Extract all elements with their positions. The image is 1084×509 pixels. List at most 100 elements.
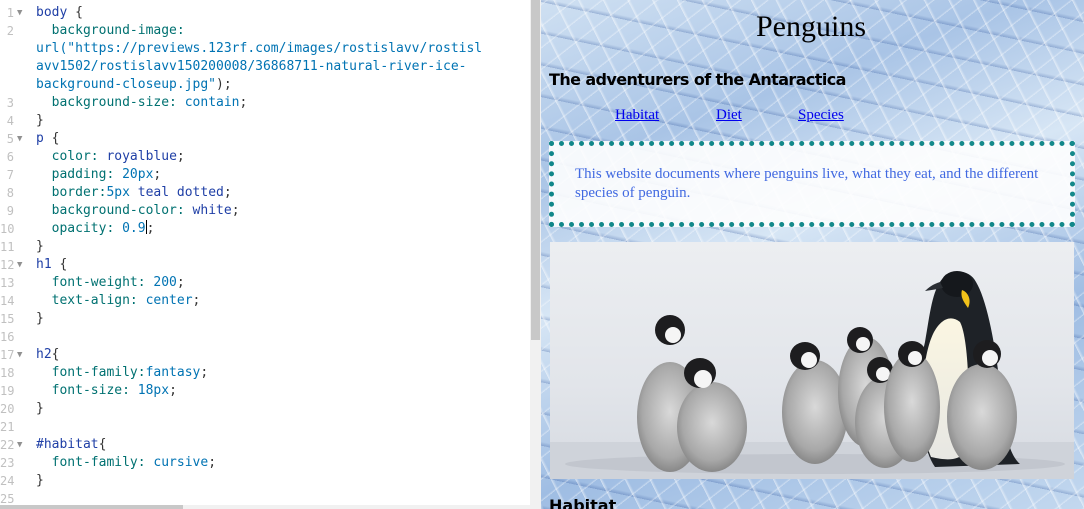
line-number: 4 — [6, 114, 14, 128]
code-text: color: royalblue; — [36, 148, 185, 166]
line-number: 13 — [0, 276, 15, 290]
page-subtitle: The adventurers of the Antaractica — [549, 70, 846, 89]
code-line[interactable]: 19 font-size: 18px; — [0, 382, 530, 400]
code-token: ; — [223, 185, 232, 200]
nav-link-diet[interactable]: Diet — [716, 107, 742, 124]
code-token: ; — [169, 383, 177, 398]
page-preview: Penguins The adventurers of the Antaract… — [541, 0, 1084, 509]
code-line[interactable]: 12 ▼ h1 { — [0, 256, 530, 274]
code-text: font-size: 18px; — [36, 382, 177, 400]
code-token: royalblue — [106, 149, 177, 164]
css-code-editor[interactable]: 1 ▼ body {2 background-image: url("https://… — [0, 0, 530, 509]
code-token: color: — [36, 149, 107, 164]
code-token: font-weight: — [36, 275, 154, 290]
code-token: avv1502/rostislavv150200008/36868711-nat… — [36, 59, 467, 74]
code-line[interactable]: 21 — [0, 418, 530, 436]
code-line[interactable]: 8 border:5px teal dotted; — [0, 184, 530, 202]
line-number: 22 — [0, 438, 15, 452]
editor-vertical-scrollbar[interactable] — [530, 0, 541, 509]
fold-toggle-icon[interactable]: ▼ — [17, 256, 29, 274]
code-text: background-image: — [36, 22, 185, 40]
code-token: url("https://previews.123rf.com/images/r… — [36, 41, 483, 56]
penguins-photo — [550, 242, 1074, 479]
line-number: 10 — [0, 222, 15, 236]
line-number: 3 — [6, 96, 14, 110]
code-token: fantasy — [145, 365, 201, 380]
line-number: 20 — [0, 402, 15, 416]
code-line[interactable]: 10 opacity: 0.9; — [0, 220, 530, 238]
code-token: ; — [176, 149, 185, 164]
code-line[interactable]: 5 ▼ p { — [0, 130, 530, 148]
code-line[interactable]: 14 text-align: center; — [0, 292, 530, 310]
line-number: 9 — [6, 204, 14, 218]
code-text: padding: 20px; — [36, 166, 162, 184]
code-line[interactable]: 6 color: royalblue; — [0, 148, 530, 166]
intro-paragraph-text: This website documents where penguins li… — [575, 166, 1039, 201]
code-line[interactable]: 11} — [0, 238, 530, 256]
code-line[interactable]: 3 background-size: contain; — [0, 94, 530, 112]
code-line[interactable]: 9 background-color: white; — [0, 202, 530, 220]
code-text: h1 { — [36, 256, 67, 274]
code-text: background-closeup.jpg"); — [36, 76, 232, 94]
nav-link-species[interactable]: Species — [798, 107, 844, 124]
nav-link-habitat[interactable]: Habitat — [615, 107, 659, 124]
app-window: 1 ▼ body {2 background-image: url("https://… — [0, 0, 1084, 509]
fold-toggle-icon[interactable]: ▼ — [17, 130, 29, 148]
code-token: } — [36, 239, 44, 254]
code-line[interactable]: 24} — [0, 472, 530, 490]
code-line[interactable]: 17 ▼ h2{ — [0, 346, 530, 364]
code-line[interactable]: 4} — [0, 112, 530, 130]
fold-toggle-icon[interactable]: ▼ — [17, 346, 29, 364]
fold-toggle-icon[interactable]: ▼ — [17, 436, 29, 454]
code-text: avv1502/rostislavv150200008/36868711-nat… — [36, 58, 466, 76]
code-line[interactable]: 16 — [0, 328, 530, 346]
line-number: 8 — [6, 186, 14, 200]
editor-horizontal-scroll-thumb[interactable] — [0, 505, 183, 509]
code-token: ; — [153, 167, 162, 182]
line-number: 11 — [0, 240, 15, 254]
code-line[interactable]: 13 font-weight: 200; — [0, 274, 530, 292]
code-text: } — [36, 310, 44, 328]
code-text: h2{ — [36, 346, 59, 364]
code-line-wrapped[interactable]: avv1502/rostislavv150200008/36868711-nat… — [0, 58, 530, 76]
code-line[interactable]: 20} — [0, 400, 530, 418]
editor-horizontal-scrollbar[interactable] — [0, 505, 530, 509]
code-token: 20px — [122, 167, 154, 182]
code-token: border: — [36, 185, 107, 200]
fold-toggle-icon[interactable]: ▼ — [17, 4, 29, 22]
code-token: } — [36, 113, 44, 128]
code-token: ; — [239, 95, 248, 110]
editor-vertical-scroll-thumb[interactable] — [531, 0, 540, 340]
line-number: 1 — [6, 6, 14, 20]
line-number: 17 — [0, 348, 15, 362]
code-token: { — [75, 5, 83, 20]
code-line[interactable]: 22 ▼ #habitat{ — [0, 436, 530, 454]
editor-text-area[interactable]: 1 ▼ body {2 background-image: url("https://… — [0, 0, 530, 506]
line-number: 15 — [0, 312, 15, 326]
code-line[interactable]: 7 padding: 20px; — [0, 166, 530, 184]
line-number: 18 — [0, 366, 15, 380]
line-number: 12 — [0, 258, 15, 272]
habitat-heading: Habitat — [549, 496, 617, 509]
code-token: font-family: — [36, 365, 146, 380]
page-title: Penguins — [755, 10, 866, 43]
code-line-wrapped[interactable]: background-closeup.jpg"); — [0, 76, 530, 94]
code-text: body { — [36, 4, 83, 22]
code-token: } — [36, 401, 44, 416]
code-token: } — [36, 311, 44, 326]
code-line[interactable]: 2 background-image: — [0, 22, 530, 40]
code-token: padding: — [36, 167, 123, 182]
line-number: 14 — [0, 294, 15, 308]
code-line[interactable]: 18 font-family:fantasy; — [0, 364, 530, 382]
code-text: } — [36, 472, 44, 490]
code-token: { — [59, 257, 68, 272]
code-token: { — [51, 131, 60, 146]
code-token: white — [192, 203, 232, 218]
code-text: font-family:fantasy; — [36, 364, 209, 382]
code-line[interactable]: 1 ▼ body { — [0, 4, 530, 22]
code-token: ); — [216, 77, 232, 92]
code-line[interactable]: 15} — [0, 310, 530, 328]
code-token: text-align: — [36, 293, 146, 308]
code-line[interactable]: 23 font-family: cursive; — [0, 454, 530, 472]
code-line-wrapped[interactable]: url("https://previews.123rf.com/images/r… — [0, 40, 530, 58]
